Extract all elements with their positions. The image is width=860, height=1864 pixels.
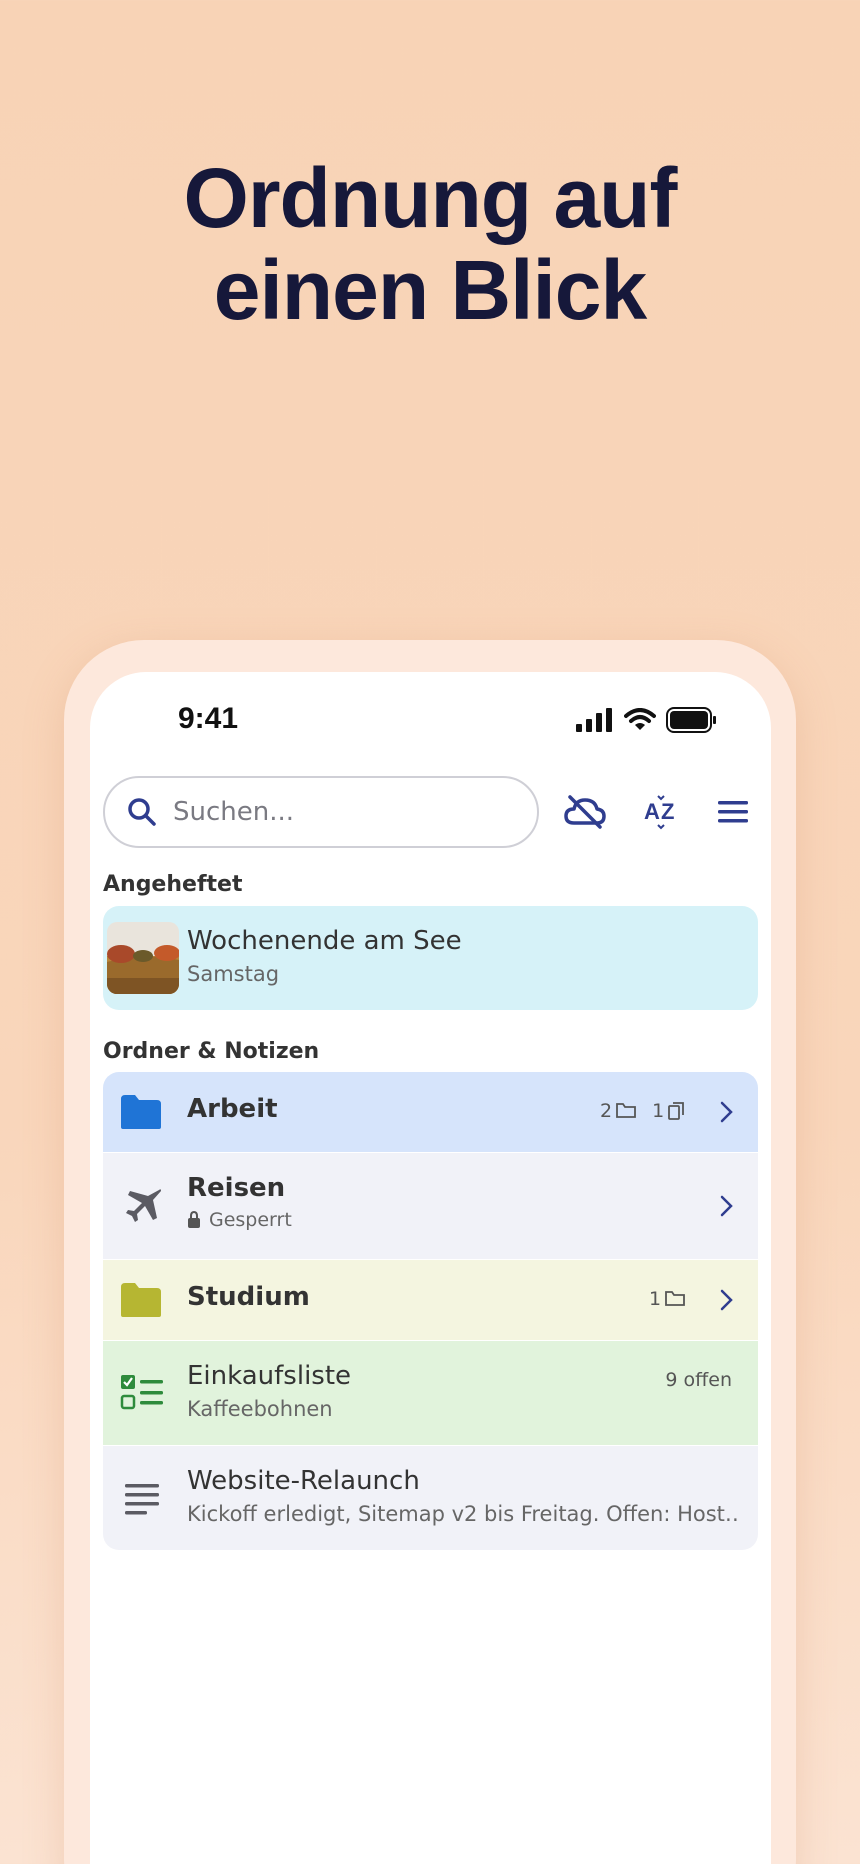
search-placeholder: Suchen... xyxy=(173,797,295,827)
folder-count: 2 xyxy=(600,1100,613,1122)
list-item-arbeit[interactable]: Arbeit 2 1 xyxy=(103,1072,758,1152)
list-item-reisen[interactable]: Reisen Gesperrt xyxy=(103,1153,758,1259)
cloud-off-icon xyxy=(564,795,606,829)
chevron-right-icon xyxy=(720,1101,733,1123)
folder-list: Arbeit 2 1 Reisen Gesperrt Studium 1 Ein… xyxy=(103,1072,758,1550)
pinned-note-title: Wochenende am See xyxy=(187,926,462,956)
item-title: Website-Relaunch xyxy=(187,1466,420,1496)
folder-count: 1 xyxy=(649,1288,662,1310)
sort-button[interactable]: A Z xyxy=(632,782,692,842)
status-time: 9:41 xyxy=(178,702,239,735)
item-title: Studium xyxy=(187,1282,310,1312)
status-icons xyxy=(576,706,718,734)
chevron-right-icon xyxy=(720,1289,733,1311)
pinned-note-item[interactable]: Wochenende am See Samstag xyxy=(103,906,758,1010)
locked-label: Gesperrt xyxy=(209,1209,292,1231)
notes-count-icon xyxy=(668,1102,685,1120)
menu-button[interactable] xyxy=(703,782,763,842)
sync-button[interactable] xyxy=(555,782,615,842)
item-title: Arbeit xyxy=(187,1094,278,1124)
item-counts: 2 1 xyxy=(600,1100,685,1122)
lock-icon xyxy=(188,1211,200,1228)
headline: Ordnung auf einen Blick xyxy=(0,152,860,336)
airplane-icon xyxy=(126,1189,161,1222)
pinned-note-subtitle: Samstag xyxy=(187,962,280,986)
item-title: Einkaufsliste xyxy=(187,1361,352,1391)
item-preview: Kickoff erledigt, Sitemap v2 bis Freitag… xyxy=(187,1502,737,1526)
phone-screen: 9:41 Suchen... A Z Angeheftet Wochenende… xyxy=(90,672,771,1864)
item-subtitle: Kaffeebohnen xyxy=(187,1397,333,1421)
section-label-folders: Ordner & Notizen xyxy=(103,1039,320,1064)
chevron-right-icon xyxy=(720,1195,733,1217)
signal-icon xyxy=(576,708,612,732)
item-title: Reisen xyxy=(187,1173,286,1203)
folder-icon xyxy=(121,1095,161,1129)
svg-text:Z: Z xyxy=(661,799,674,824)
list-item-einkaufsliste[interactable]: Einkaufsliste Kaffeebohnen 9 offen xyxy=(103,1341,758,1445)
folder-icon xyxy=(121,1283,161,1317)
subfolder-icon xyxy=(665,1291,685,1306)
headline-line-1: Ordnung auf xyxy=(183,151,678,245)
search-input[interactable]: Suchen... xyxy=(103,776,539,848)
wifi-icon xyxy=(624,708,656,730)
svg-text:A: A xyxy=(644,799,660,824)
checklist-icon xyxy=(120,1375,163,1410)
subfolder-icon xyxy=(616,1103,636,1118)
note-thumbnail-image xyxy=(107,922,179,994)
hamburger-menu-icon xyxy=(718,801,748,823)
item-counts: 1 xyxy=(649,1288,685,1310)
list-item-studium[interactable]: Studium 1 xyxy=(103,1260,758,1340)
list-item-website-relaunch[interactable]: Website-Relaunch Kickoff erledigt, Sitem… xyxy=(103,1446,758,1550)
note-count: 1 xyxy=(652,1100,665,1122)
battery-icon xyxy=(666,707,716,733)
headline-line-2: einen Blick xyxy=(213,243,648,337)
note-lines-icon xyxy=(125,1484,159,1515)
section-label-pinned: Angeheftet xyxy=(103,872,243,897)
item-subtitle: Gesperrt xyxy=(187,1209,292,1231)
open-count-label: 9 offen xyxy=(665,1369,732,1391)
sort-az-icon: A Z xyxy=(644,795,674,830)
search-icon xyxy=(128,798,156,826)
